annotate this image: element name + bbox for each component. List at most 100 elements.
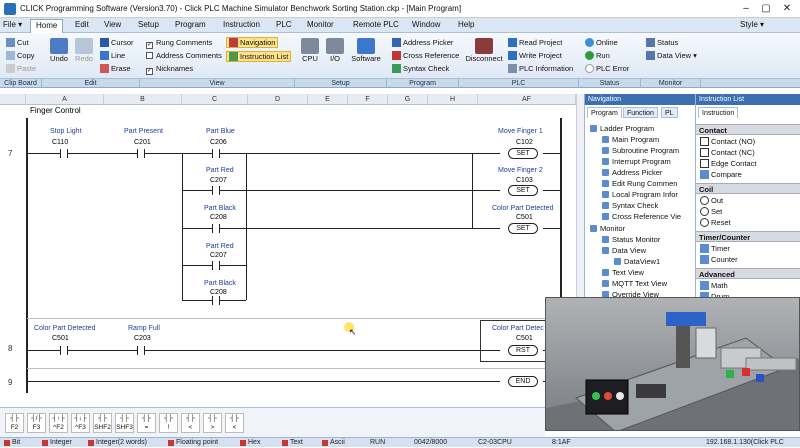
write-project-button[interactable]: Write Project bbox=[508, 51, 562, 60]
address-comments-check[interactable]: Address Comments bbox=[146, 51, 222, 60]
inst-contact-nc[interactable]: Contact (NC) bbox=[700, 148, 755, 157]
fkey-edge-up[interactable]: ┤↑├ ^F2 bbox=[49, 413, 68, 433]
address-picker-button[interactable]: Address Picker bbox=[392, 38, 453, 47]
menu-program[interactable]: Program bbox=[175, 20, 206, 29]
contact-no-color-part-detected[interactable] bbox=[60, 346, 68, 355]
tree-dataview1[interactable]: DataView1 bbox=[614, 257, 660, 266]
menu-window[interactable]: Window bbox=[412, 20, 440, 29]
plc-information-button[interactable]: PLC Information bbox=[508, 64, 573, 73]
contact-nc-ramp-full[interactable] bbox=[137, 346, 145, 355]
set-coil[interactable]: SET bbox=[508, 148, 538, 159]
fkey-shift-f2[interactable]: ┤├ SHF2 bbox=[93, 413, 112, 433]
paste-button[interactable]: Paste bbox=[6, 64, 36, 73]
contact-nc-part-red[interactable] bbox=[212, 186, 220, 195]
disconnect-button[interactable]: Disconnect bbox=[464, 38, 504, 63]
tab-function[interactable]: Function bbox=[623, 107, 658, 118]
online-button[interactable]: Online bbox=[585, 38, 618, 47]
tree-cross-reference[interactable]: Cross Reference Vie bbox=[602, 212, 681, 221]
run-button[interactable]: Run bbox=[585, 51, 610, 60]
fkey-equal[interactable]: ┤├ = bbox=[137, 413, 156, 433]
contact-no-part-blue[interactable] bbox=[212, 149, 220, 158]
tree-ladder-program[interactable]: Ladder Program bbox=[590, 124, 654, 133]
tree-local-program-info[interactable]: Local Program Infor bbox=[602, 190, 678, 199]
inst-out[interactable]: Out bbox=[700, 196, 723, 205]
menu-view[interactable]: View bbox=[104, 20, 121, 29]
contact-no-stop-light[interactable] bbox=[60, 149, 68, 158]
software-button[interactable]: Software bbox=[350, 38, 382, 63]
io-button[interactable]: I/O bbox=[325, 38, 345, 63]
reset-coil[interactable]: RST bbox=[508, 345, 538, 356]
menu-instruction[interactable]: Instruction bbox=[223, 20, 260, 29]
cut-button[interactable]: Cut bbox=[6, 38, 29, 47]
contact-nc-part-black[interactable] bbox=[212, 224, 220, 233]
undo-button[interactable]: Undo bbox=[48, 38, 70, 63]
fkey-less-equal[interactable]: ┤├ < bbox=[225, 413, 244, 433]
fkey-nc-contact[interactable]: ┤/├ F3 bbox=[27, 413, 46, 433]
cursor-button[interactable]: Cursor bbox=[100, 38, 134, 47]
inst-contact-no[interactable]: Contact (NO) bbox=[700, 137, 755, 146]
inst-edge-contact[interactable]: Edge Contact bbox=[700, 159, 756, 168]
menu-home[interactable]: Home bbox=[30, 19, 64, 33]
menu-file[interactable]: File ▾ bbox=[3, 20, 22, 29]
section-advanced[interactable]: Advanced bbox=[696, 268, 800, 279]
menu-edit[interactable]: Edit bbox=[75, 20, 89, 29]
plc-error-button[interactable]: PLC Error bbox=[585, 64, 629, 73]
fkey-not-equal[interactable]: ┤├! bbox=[159, 413, 178, 433]
inst-counter[interactable]: Counter bbox=[700, 255, 738, 264]
menu-help[interactable]: Help bbox=[458, 20, 474, 29]
line-button[interactable]: Line bbox=[100, 51, 125, 60]
section-timer-counter[interactable]: Timer/Counter bbox=[696, 231, 800, 242]
section-contact[interactable]: Contact bbox=[696, 124, 800, 135]
tab-instruction[interactable]: Instruction bbox=[698, 107, 739, 118]
navigation-toggle[interactable]: Navigation bbox=[226, 37, 279, 48]
read-project-button[interactable]: Read Project bbox=[508, 38, 562, 47]
tree-monitor[interactable]: Monitor bbox=[590, 224, 625, 233]
menu-remote-plc[interactable]: Remote PLC bbox=[353, 20, 399, 29]
inst-set[interactable]: Set bbox=[700, 207, 722, 216]
cpu-button[interactable]: CPU bbox=[300, 38, 320, 63]
inst-compare[interactable]: Compare bbox=[700, 170, 742, 179]
set-coil[interactable]: SET bbox=[508, 223, 538, 234]
maximize-button[interactable]: ▢ bbox=[756, 1, 776, 16]
minimize-button[interactable]: – bbox=[736, 1, 756, 16]
tree-data-view[interactable]: Data View bbox=[602, 246, 646, 255]
status-monitor-button[interactable]: Status bbox=[646, 38, 678, 47]
tree-address-picker[interactable]: Address Picker bbox=[602, 168, 662, 177]
tab-plc[interactable]: PL bbox=[661, 107, 678, 118]
tree-subroutine-program[interactable]: Subroutine Program bbox=[602, 146, 679, 155]
fkey-greater[interactable]: ┤├ > bbox=[203, 413, 222, 433]
syntax-check-button[interactable]: Syntax Check bbox=[392, 64, 449, 73]
menu-plc[interactable]: PLC bbox=[276, 20, 292, 29]
copy-button[interactable]: Copy bbox=[6, 51, 35, 60]
menu-monitor[interactable]: Monitor bbox=[307, 20, 334, 29]
menu-setup[interactable]: Setup bbox=[138, 20, 159, 29]
tree-mqtt-text-view[interactable]: MQTT Text View bbox=[602, 279, 667, 288]
tab-program[interactable]: Program bbox=[587, 107, 622, 118]
tree-interrupt-program[interactable]: Interrupt Program bbox=[602, 157, 671, 166]
tree-status-monitor[interactable]: Status Monitor bbox=[602, 235, 660, 244]
tree-main-program[interactable]: Main Program bbox=[602, 135, 659, 144]
contact-no-part-present[interactable] bbox=[137, 149, 145, 158]
section-coil[interactable]: Coil bbox=[696, 183, 800, 194]
set-coil[interactable]: SET bbox=[508, 185, 538, 196]
nicknames-check[interactable]: ✓ Nicknames bbox=[146, 64, 193, 75]
style-menu[interactable]: Style ▾ bbox=[740, 20, 764, 29]
fkey-less[interactable]: ┤├ < bbox=[181, 413, 200, 433]
instruction-list-toggle[interactable]: Instruction List bbox=[226, 51, 292, 62]
fkey-no-contact[interactable]: ┤├ F2 bbox=[5, 413, 24, 433]
tree-edit-rung-comment[interactable]: Edit Rung Commen bbox=[602, 179, 677, 188]
cross-reference-button[interactable]: Cross Reference bbox=[392, 51, 459, 60]
data-view-button[interactable]: Data View ▾ bbox=[646, 51, 697, 60]
inst-math[interactable]: Math bbox=[700, 281, 728, 290]
tree-syntax-check[interactable]: Syntax Check bbox=[602, 201, 658, 210]
end-coil[interactable]: END bbox=[508, 376, 538, 387]
tree-text-view[interactable]: Text View bbox=[602, 268, 644, 277]
erase-button[interactable]: Erase bbox=[100, 64, 131, 73]
rung-comments-check[interactable]: ✓ Rung Comments bbox=[146, 38, 212, 49]
fkey-shift-f3[interactable]: ┤├ SHF3 bbox=[115, 413, 134, 433]
close-button[interactable]: ✕ bbox=[777, 1, 797, 16]
fkey-edge-down[interactable]: ┤↓├ ^F3 bbox=[71, 413, 90, 433]
contact-no-part-black[interactable] bbox=[212, 296, 220, 305]
inst-timer[interactable]: Timer bbox=[700, 244, 730, 253]
inst-reset[interactable]: Reset bbox=[700, 218, 731, 227]
